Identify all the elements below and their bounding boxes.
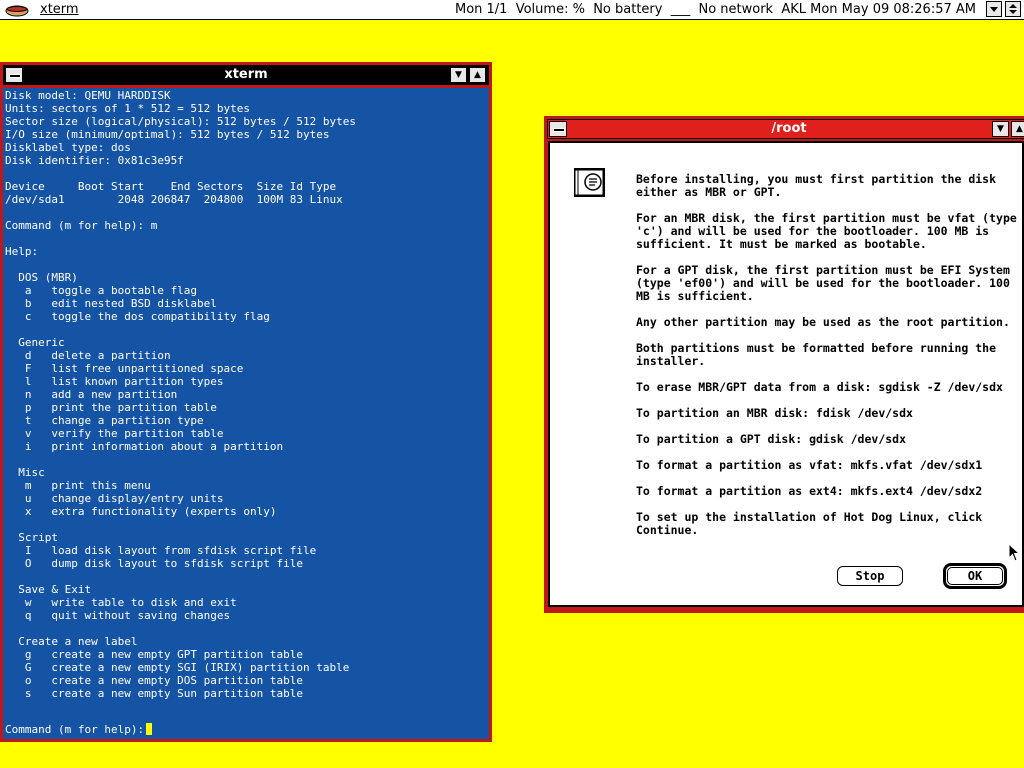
terminal-line: u change display/entry units <box>5 492 224 505</box>
prompt-text: Command (m for help): <box>5 723 145 736</box>
terminal-line: Help: <box>5 245 39 258</box>
terminal-line: G create a new empty SGI (IRIX) partitio… <box>5 661 350 674</box>
terminal-line: o create a new empty DOS partition table <box>5 674 304 687</box>
dialog-paragraph: For an MBR disk, the first partition mus… <box>636 211 1017 251</box>
dialog-paragraph: To partition a GPT disk: gdisk /dev/sdx <box>636 432 907 446</box>
status-text: Mon 1/1 Volume: % No battery ___ No netw… <box>454 2 976 17</box>
terminal-line: Sector size (logical/physical): 512 byte… <box>5 115 356 128</box>
terminal-prompt[interactable]: Command (m for help): <box>5 723 153 736</box>
dialog-paragraph: To format a partition as ext4: mkfs.ext4… <box>636 484 983 498</box>
dialog-paragraph: For a GPT disk, the first partition must… <box>636 263 1010 303</box>
terminal-line: Command (m for help): m <box>5 219 158 232</box>
terminal-line: Save & Exit <box>5 583 92 596</box>
terminal-line: Disk identifier: 0x81c3e95f <box>5 154 184 167</box>
terminal-line: p print the partition table <box>5 401 217 414</box>
terminal-line: O dump disk layout to sfdisk script file <box>5 557 304 570</box>
terminal-line: a toggle a bootable flag <box>5 284 198 297</box>
terminal-line: t change a partition type <box>5 414 204 427</box>
terminal-line: m print this menu <box>5 479 151 492</box>
terminal-line: Device Boot Start End Sectors Size Id Ty… <box>5 180 337 193</box>
dialog-paragraph: Before installing, you must first partit… <box>636 172 997 199</box>
info-document-icon <box>574 168 605 197</box>
terminal-line: v verify the partition table <box>5 427 224 440</box>
dialog-title: /root <box>771 121 807 136</box>
terminal-line: g create a new empty GPT partition table <box>5 648 304 661</box>
maximize-icon[interactable]: ▲ <box>469 67 486 83</box>
terminal-line: c toggle the dos compatibility flag <box>5 310 270 323</box>
maximize-icon[interactable]: ▲ <box>1011 121 1024 137</box>
dialog-message: Before installing, you must first partit… <box>636 173 1018 550</box>
text-cursor <box>146 723 153 735</box>
stop-button[interactable]: Stop <box>837 566 903 586</box>
top-menu-bar: xterm Mon 1/1 Volume: % No battery ___ N… <box>0 0 1024 20</box>
dialog-body: Before installing, you must first partit… <box>548 141 1024 607</box>
terminal-line: i print information about a partition <box>5 440 284 453</box>
terminal-line: Create a new label <box>5 635 138 648</box>
dialog-paragraph: To erase MBR/GPT data from a disk: sgdis… <box>636 380 1003 394</box>
terminal-line: Script <box>5 531 58 544</box>
terminal-line: d delete a partition <box>5 349 171 362</box>
dialog-paragraph: Both partitions must be formatted before… <box>636 341 997 368</box>
xterm-title-bar[interactable]: xterm ▼ ▲ <box>3 65 489 85</box>
terminal-line: x extra functionality (experts only) <box>5 505 277 518</box>
dialog-paragraph: To partition an MBR disk: fdisk /dev/sdx <box>636 406 913 420</box>
terminal-line: I load disk layout from sfdisk script fi… <box>5 544 317 557</box>
root-dialog-window[interactable]: /root ▼ ▲ Before installing, you must fi… <box>544 116 1024 613</box>
terminal-line: Misc <box>5 466 45 479</box>
terminal-line: s create a new empty Sun partition table <box>5 687 304 700</box>
mouse-pointer-icon <box>1008 543 1021 562</box>
terminal-line: l list known partition types <box>5 375 224 388</box>
dialog-paragraph: To format a partition as vfat: mkfs.vfat… <box>636 458 983 472</box>
terminal-line: b edit nested BSD disklabel <box>5 297 217 310</box>
terminal-line: I/O size (minimum/optimal): 512 bytes / … <box>5 128 330 141</box>
dialog-paragraph: Any other partition may be used as the r… <box>636 315 1010 329</box>
dialog-title-bar[interactable]: /root ▼ ▲ <box>547 119 1024 139</box>
terminal-line: /dev/sda1 2048 206847 204800 100M 83 Lin… <box>5 193 343 206</box>
dialog-paragraph: To set up the installation of Hot Dog Li… <box>636 510 983 537</box>
active-app-name[interactable]: xterm <box>40 0 79 20</box>
terminal-line: Generic <box>5 336 65 349</box>
terminal-line: w write table to disk and exit <box>5 596 237 609</box>
scroll-up-down-icon[interactable] <box>1005 1 1021 17</box>
terminal-line: n add a new partition <box>5 388 178 401</box>
system-menu-icon[interactable] <box>549 121 567 137</box>
scroll-down-icon[interactable] <box>986 1 1002 17</box>
terminal-output[interactable]: Disk model: QEMU HARDDISK Units: sectors … <box>3 88 489 739</box>
minimize-icon[interactable]: ▼ <box>992 121 1009 137</box>
terminal-line: DOS (MBR) <box>5 271 78 284</box>
xterm-window[interactable]: xterm ▼ ▲ Disk model: QEMU HARDDISK Units… <box>0 62 492 742</box>
terminal-line: F list free unpartitioned space <box>5 362 244 375</box>
ok-button-label: OK <box>947 567 1003 585</box>
system-menu-icon[interactable] <box>5 67 23 83</box>
terminal-line: Disklabel type: dos <box>5 141 131 154</box>
terminal-line: Units: sectors of 1 * 512 = 512 bytes <box>5 102 251 115</box>
minimize-icon[interactable]: ▼ <box>450 67 467 83</box>
hotdog-app-icon[interactable] <box>4 2 30 18</box>
terminal-line: q quit without saving changes <box>5 609 231 622</box>
xterm-title: xterm <box>224 67 268 82</box>
terminal-line: Disk model: QEMU HARDDISK <box>5 89 171 102</box>
ok-button[interactable]: OK <box>943 563 1007 589</box>
